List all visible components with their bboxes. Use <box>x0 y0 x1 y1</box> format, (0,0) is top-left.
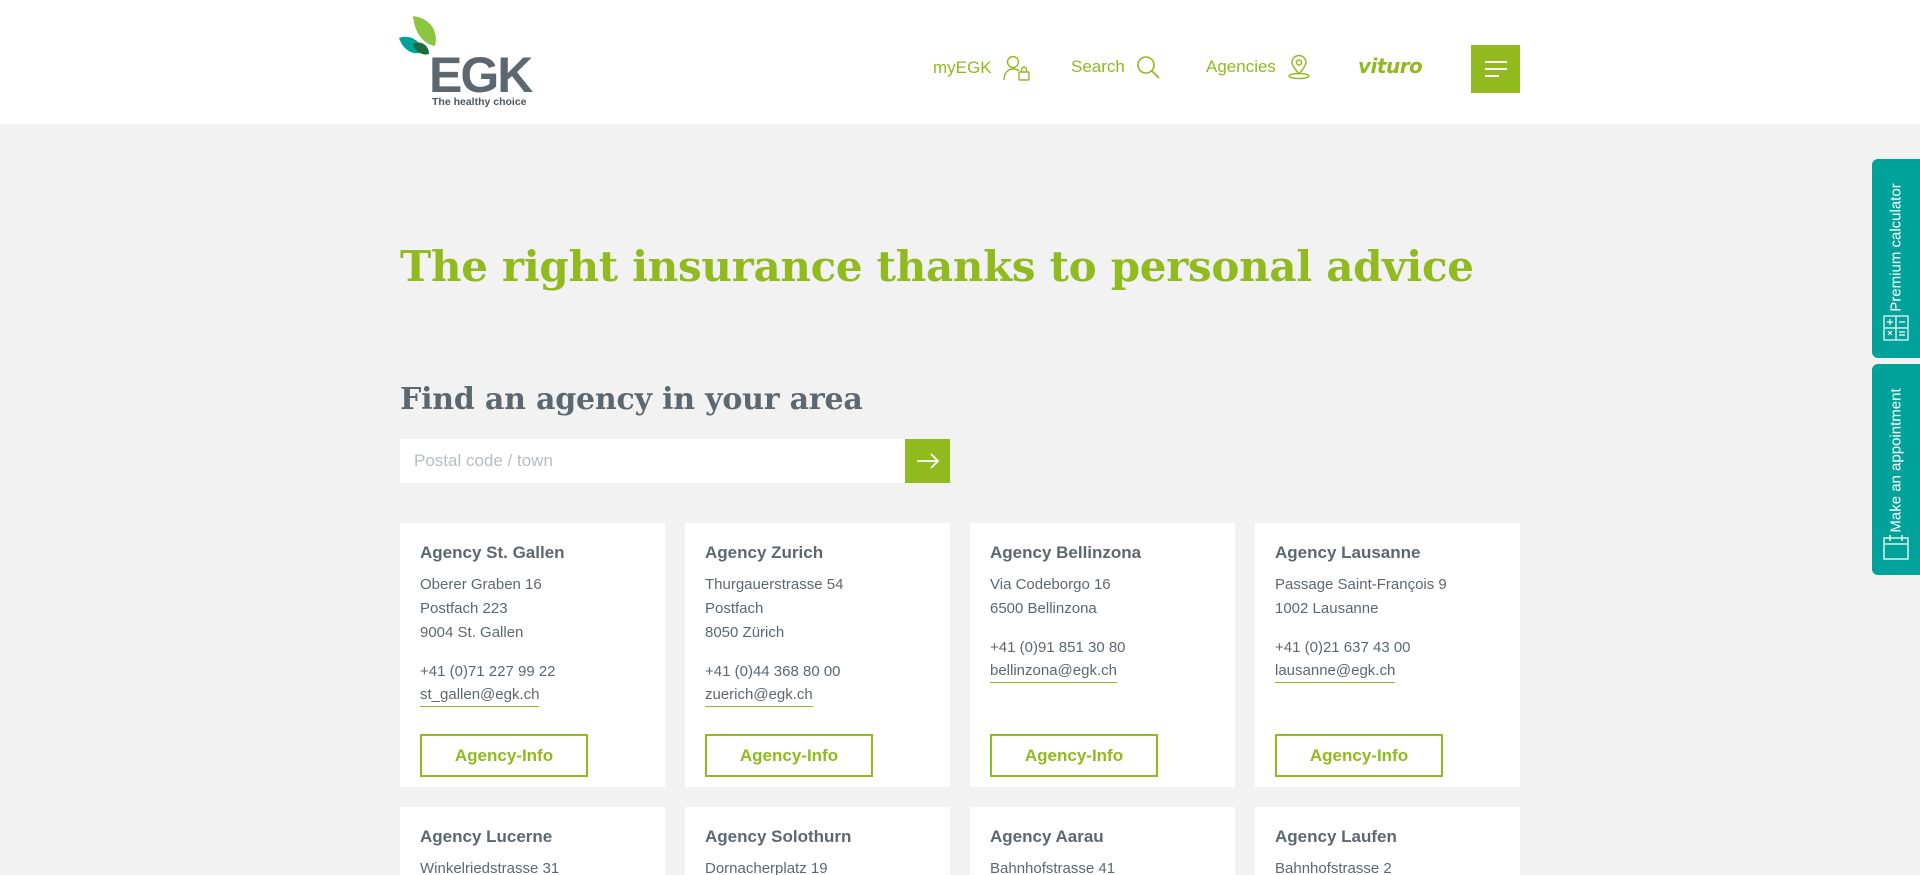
agency-email-link[interactable]: st_gallen@egk.ch <box>420 684 540 707</box>
nav-search-label: Search <box>1071 57 1125 76</box>
finder-title: Find an agency in your area <box>400 382 863 417</box>
agency-address-line: 6500 Bellinzona <box>990 600 1097 617</box>
agency-info-button[interactable]: Agency-Info <box>420 734 588 777</box>
agency-name: Agency St. Gallen <box>420 543 565 562</box>
agency-address-line: Postfach <box>705 600 764 617</box>
agency-address-line: 9004 St. Gallen <box>420 624 524 641</box>
agency-phone[interactable]: +41 (0)71 227 99 22 <box>420 660 645 684</box>
agency-address-line: Winkelriedstrasse 31 <box>420 860 560 875</box>
agency-card: Agency Laufen Bahnhofstrasse 2 <box>1255 807 1520 875</box>
agency-address-line: 1002 Lausanne <box>1275 600 1379 617</box>
logo-tagline: The healthy choice <box>432 96 527 108</box>
premium-calculator-label: Premium calculator <box>1887 183 1905 312</box>
agency-card: Agency Zurich Thurgauerstrasse 54 Postfa… <box>685 523 950 787</box>
agency-card: Agency Aarau Bahnhofstrasse 41 <box>970 807 1235 875</box>
agency-card: Agency St. Gallen Oberer Graben 16 Postf… <box>400 523 665 787</box>
nav-agencies-label: Agencies <box>1206 57 1276 76</box>
agency-name: Agency Bellinzona <box>990 543 1142 562</box>
agency-card: Agency Solothurn Dornacherplatz 19 <box>685 807 950 875</box>
nav-vituro-logo[interactable]: vituro <box>1358 54 1423 78</box>
agency-card: Agency Lucerne Winkelriedstrasse 31 <box>400 807 665 875</box>
agency-name: Agency Solothurn <box>705 827 852 846</box>
arrow-right-icon <box>917 453 940 469</box>
agency-name: Agency Laufen <box>1275 827 1397 846</box>
agency-address-line: Oberer Graben 16 <box>420 576 542 593</box>
agency-address-line: 8050 Zürich <box>705 624 785 641</box>
agency-address-line: Passage Saint-François 9 <box>1275 576 1447 593</box>
agency-address-line: Bahnhofstrasse 41 <box>990 860 1116 875</box>
hamburger-menu-button[interactable] <box>1471 45 1520 93</box>
agency-name: Agency Aarau <box>990 827 1104 846</box>
agency-email-link[interactable]: bellinzona@egk.ch <box>990 660 1117 683</box>
premium-calculator-tab[interactable]: Premium calculator <box>1872 159 1920 358</box>
hamburger-icon <box>1485 61 1507 77</box>
agency-name: Agency Zurich <box>705 543 824 562</box>
agency-info-button[interactable]: Agency-Info <box>1275 734 1443 777</box>
agency-name: Agency Lucerne <box>420 827 553 846</box>
agency-info-button[interactable]: Agency-Info <box>705 734 873 777</box>
site-header: EGK The healthy choice myEGK Search Agen… <box>0 0 1920 124</box>
nav-search[interactable]: Search <box>1071 54 1161 80</box>
agency-phone[interactable]: +41 (0)44 368 80 00 <box>705 660 930 684</box>
logo-wordmark: EGK <box>429 47 533 103</box>
agency-email-link[interactable]: lausanne@egk.ch <box>1275 660 1396 683</box>
calculator-icon <box>1883 315 1909 341</box>
agency-email-link[interactable]: zuerich@egk.ch <box>705 684 813 707</box>
agency-address-line: Postfach 223 <box>420 600 508 617</box>
agency-name: Agency Lausanne <box>1275 543 1421 562</box>
agency-card: Agency Lausanne Passage Saint-François 9… <box>1255 523 1520 787</box>
page-headline: The right insurance thanks to personal a… <box>400 242 1474 291</box>
make-appointment-tab[interactable]: Make an appointment <box>1872 364 1920 575</box>
nav-myegk-label: myEGK <box>933 58 992 77</box>
egk-logo[interactable]: EGK The healthy choice <box>399 14 535 110</box>
agency-phone[interactable]: +41 (0)21 637 43 00 <box>1275 636 1500 660</box>
postal-code-input[interactable] <box>400 439 905 483</box>
agency-card: Agency Bellinzona Via Codeborgo 16 6500 … <box>970 523 1235 787</box>
make-appointment-label: Make an appointment <box>1887 388 1905 533</box>
agency-address-line: Bahnhofstrasse 2 <box>1275 860 1392 875</box>
search-submit-button[interactable] <box>905 439 950 483</box>
magnifier-icon <box>1137 56 1160 79</box>
user-lock-icon <box>1002 55 1030 81</box>
agency-address-line: Via Codeborgo 16 <box>990 576 1111 593</box>
location-pin-icon <box>1288 54 1310 80</box>
agency-info-button[interactable]: Agency-Info <box>990 734 1158 777</box>
calendar-icon <box>1883 535 1909 560</box>
nav-myegk[interactable]: myEGK <box>933 54 1032 82</box>
agency-address-line: Thurgauerstrasse 54 <box>705 576 844 593</box>
agency-phone[interactable]: +41 (0)91 851 30 80 <box>990 636 1215 660</box>
agency-address-line: Dornacherplatz 19 <box>705 860 828 875</box>
nav-agencies[interactable]: Agencies <box>1206 54 1312 80</box>
